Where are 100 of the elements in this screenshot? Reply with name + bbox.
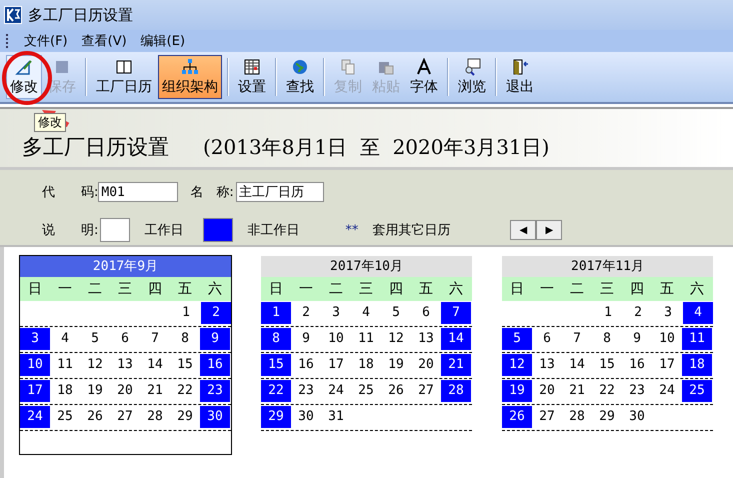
toolbar-button[interactable]: 字体 (406, 55, 442, 99)
day-cell[interactable]: 21 (140, 380, 170, 402)
day-cell[interactable]: 31 (321, 406, 351, 428)
day-cell[interactable]: 19 (80, 380, 110, 402)
toolbar-button[interactable]: 退出 (502, 55, 538, 99)
day-cell[interactable]: 5 (502, 328, 532, 350)
day-cell[interactable]: 7 (140, 328, 170, 350)
day-cell[interactable]: 16 (200, 354, 230, 376)
day-cell[interactable]: 11 (682, 328, 712, 350)
day-cell[interactable]: 30 (200, 406, 230, 428)
day-cell[interactable]: 13 (110, 354, 140, 376)
month-calendar[interactable]: 2017年11月 日 一 二 三 四 五 六 1 2 3 4 5 6 7 8 9 10 11 12 13 14 15 16 17 18 19 20 21 22 23 24 25 26 27 28 29 30 (501, 255, 714, 455)
day-cell[interactable]: 8 (261, 328, 291, 350)
day-cell[interactable]: 25 (50, 406, 80, 428)
day-cell[interactable]: 3 (321, 302, 351, 324)
day-cell[interactable]: 30 (291, 406, 321, 428)
day-cell[interactable]: 4 (683, 302, 713, 324)
name-field[interactable]: 主工厂日历 (236, 182, 324, 202)
day-cell[interactable]: 20 (110, 380, 140, 402)
day-cell[interactable]: 9 (200, 328, 230, 350)
day-cell[interactable]: 10 (321, 328, 351, 350)
day-cell[interactable]: 6 (110, 328, 140, 350)
toolbar-button[interactable]: 查找 (282, 55, 318, 99)
day-cell[interactable]: 22 (170, 380, 200, 402)
day-cell[interactable]: 25 (682, 380, 712, 402)
day-cell[interactable]: 20 (532, 380, 562, 402)
day-cell[interactable]: 2 (623, 302, 653, 324)
day-cell[interactable]: 29 (592, 406, 622, 428)
day-cell[interactable]: 29 (261, 406, 291, 428)
day-cell[interactable]: 14 (140, 354, 170, 376)
day-cell[interactable]: 27 (110, 406, 140, 428)
day-cell[interactable]: 17 (321, 354, 351, 376)
day-cell[interactable]: 19 (381, 354, 411, 376)
day-cell[interactable]: 23 (622, 380, 652, 402)
day-cell[interactable]: 24 (321, 380, 351, 402)
day-cell[interactable]: 4 (50, 328, 80, 350)
day-cell[interactable]: 18 (50, 380, 80, 402)
day-cell[interactable]: 26 (80, 406, 110, 428)
day-cell[interactable]: 8 (170, 328, 200, 350)
day-cell[interactable]: 5 (80, 328, 110, 350)
day-cell[interactable]: 9 (291, 328, 321, 350)
day-cell[interactable]: 21 (441, 354, 471, 376)
day-cell[interactable]: 11 (351, 328, 381, 350)
day-cell[interactable]: 13 (411, 328, 441, 350)
day-cell[interactable]: 28 (441, 380, 471, 402)
day-cell[interactable]: 17 (20, 380, 50, 402)
day-cell[interactable]: 23 (200, 380, 230, 402)
day-cell[interactable]: 29 (170, 406, 200, 428)
day-cell[interactable]: 13 (532, 354, 562, 376)
day-cell[interactable]: 6 (411, 302, 441, 324)
month-calendar[interactable]: 2017年10月 日 一 二 三 四 五 六 1 2 3 4 5 6 7 8 9 10 11 12 13 14 15 16 17 18 19 20 21 22 23 24 25 26 27 28 29 30 31 (260, 255, 473, 455)
day-cell[interactable]: 15 (592, 354, 622, 376)
day-cell[interactable]: 30 (622, 406, 652, 428)
day-cell[interactable]: 12 (381, 328, 411, 350)
day-cell[interactable]: 25 (351, 380, 381, 402)
day-cell[interactable]: 16 (622, 354, 652, 376)
day-cell[interactable]: 26 (502, 406, 532, 428)
day-cell[interactable]: 28 (140, 406, 170, 428)
menu-item[interactable]: 查看(V) (82, 32, 127, 50)
day-cell[interactable]: 27 (532, 406, 562, 428)
day-cell[interactable]: 21 (562, 380, 592, 402)
toolbar-button[interactable]: 浏览 (454, 55, 490, 99)
day-cell[interactable]: 12 (502, 354, 532, 376)
day-cell[interactable]: 18 (351, 354, 381, 376)
day-cell[interactable]: 22 (261, 380, 291, 402)
day-cell[interactable]: 1 (261, 302, 291, 324)
menu-item[interactable]: 文件(F) (24, 32, 68, 50)
day-cell[interactable]: 12 (80, 354, 110, 376)
day-cell[interactable]: 9 (622, 328, 652, 350)
day-cell[interactable]: 26 (381, 380, 411, 402)
day-cell[interactable]: 2 (201, 302, 231, 324)
toolbar-button[interactable]: 工厂日历 (92, 55, 156, 99)
day-cell[interactable]: 18 (682, 354, 712, 376)
day-cell[interactable]: 4 (351, 302, 381, 324)
day-cell[interactable]: 2 (291, 302, 321, 324)
day-cell[interactable]: 7 (562, 328, 592, 350)
day-cell[interactable]: 8 (592, 328, 622, 350)
menu-item[interactable]: 编辑(E) (140, 32, 186, 50)
day-cell[interactable]: 27 (411, 380, 441, 402)
day-cell[interactable]: 19 (502, 380, 532, 402)
day-cell[interactable]: 24 (20, 406, 50, 428)
day-cell[interactable]: 15 (261, 354, 291, 376)
day-cell[interactable]: 10 (652, 328, 682, 350)
day-cell[interactable]: 14 (562, 354, 592, 376)
day-cell[interactable]: 14 (441, 328, 471, 350)
day-cell[interactable]: 6 (532, 328, 562, 350)
day-cell[interactable]: 3 (20, 328, 50, 350)
code-field[interactable]: M01 (98, 182, 178, 202)
day-cell[interactable]: 16 (291, 354, 321, 376)
day-cell[interactable]: 23 (291, 380, 321, 402)
toolbar-button[interactable]: 设置 (234, 55, 270, 99)
day-cell[interactable]: 11 (50, 354, 80, 376)
day-cell[interactable]: 7 (441, 302, 471, 324)
day-cell[interactable]: 22 (592, 380, 622, 402)
day-cell[interactable]: 24 (652, 380, 682, 402)
day-cell[interactable]: 15 (170, 354, 200, 376)
month-calendar[interactable]: 2017年9月 日 一 二 三 四 五 六 1 2 3 4 5 6 7 8 9 10 11 12 13 14 15 16 17 18 19 20 21 22 23 24 25 26 27 28 29 30 (19, 255, 232, 455)
previous-button[interactable]: ◀ (510, 220, 536, 240)
day-cell[interactable]: 17 (652, 354, 682, 376)
day-cell[interactable]: 20 (411, 354, 441, 376)
